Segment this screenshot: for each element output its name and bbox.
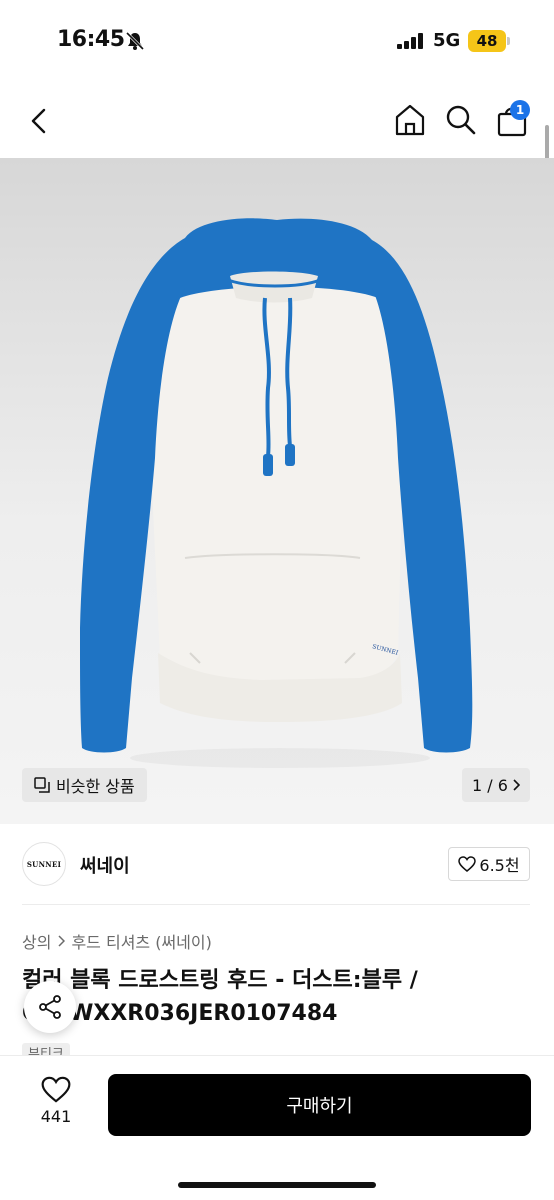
- nav-bar: [0, 90, 554, 150]
- network-label: 5G: [433, 30, 461, 51]
- share-button[interactable]: [24, 981, 76, 1033]
- product-image-hoodie: SUNNEI: [80, 218, 473, 768]
- battery-cap: [507, 37, 510, 45]
- home-icon[interactable]: [392, 102, 428, 138]
- status-time: 16:45: [57, 27, 125, 52]
- copy-icon: [34, 777, 50, 793]
- bell-muted-icon: [125, 31, 145, 51]
- home-indicator: [178, 1182, 376, 1188]
- back-button[interactable]: [22, 104, 56, 138]
- cart-count-badge: 1: [510, 100, 530, 120]
- like-brand-button[interactable]: 6.5천: [448, 847, 530, 881]
- brand-row: SUNNEI 써네이 6.5천: [0, 842, 554, 888]
- brand-logo[interactable]: SUNNEI: [22, 842, 66, 886]
- search-icon[interactable]: [443, 102, 479, 138]
- wishlist-button[interactable]: 441: [30, 1076, 82, 1132]
- breadcrumb-category[interactable]: 상의: [22, 929, 51, 953]
- status-bar: 16:45 5G 48: [0, 0, 554, 80]
- bottom-action-bar: 441 구매하기: [0, 1055, 554, 1200]
- breadcrumb-subcategory[interactable]: 후드 티셔츠 (써네이): [71, 929, 211, 953]
- signal-icon: [397, 33, 423, 49]
- product-image-carousel[interactable]: SUNNEI 비슷한 상품 1 / 6: [0, 158, 554, 824]
- share-icon: [39, 995, 61, 1019]
- similar-products-label: 비슷한 상품: [56, 777, 135, 796]
- similar-products-button[interactable]: 비슷한 상품: [22, 768, 147, 802]
- brand-name[interactable]: 써네이: [80, 852, 130, 878]
- breadcrumb: 상의 후드 티셔츠 (써네이): [22, 929, 212, 953]
- battery-indicator: 48: [468, 30, 506, 52]
- brand-like-count: 6.5천: [479, 856, 520, 875]
- image-pager-button[interactable]: 1 / 6: [462, 768, 530, 802]
- chevron-right-icon: [58, 935, 66, 947]
- chevron-right-icon: [513, 779, 520, 791]
- buy-button[interactable]: 구매하기: [108, 1074, 531, 1136]
- product-title: 컬러 블록 드로스트링 후드 - 더스트:블루 / CRTWXXR036JER0…: [22, 968, 418, 1026]
- heart-icon: [458, 856, 477, 872]
- wishlist-count: 441: [40, 1107, 72, 1126]
- divider: [22, 904, 530, 905]
- image-pager-label: 1 / 6: [472, 775, 508, 795]
- heart-icon: [41, 1076, 71, 1103]
